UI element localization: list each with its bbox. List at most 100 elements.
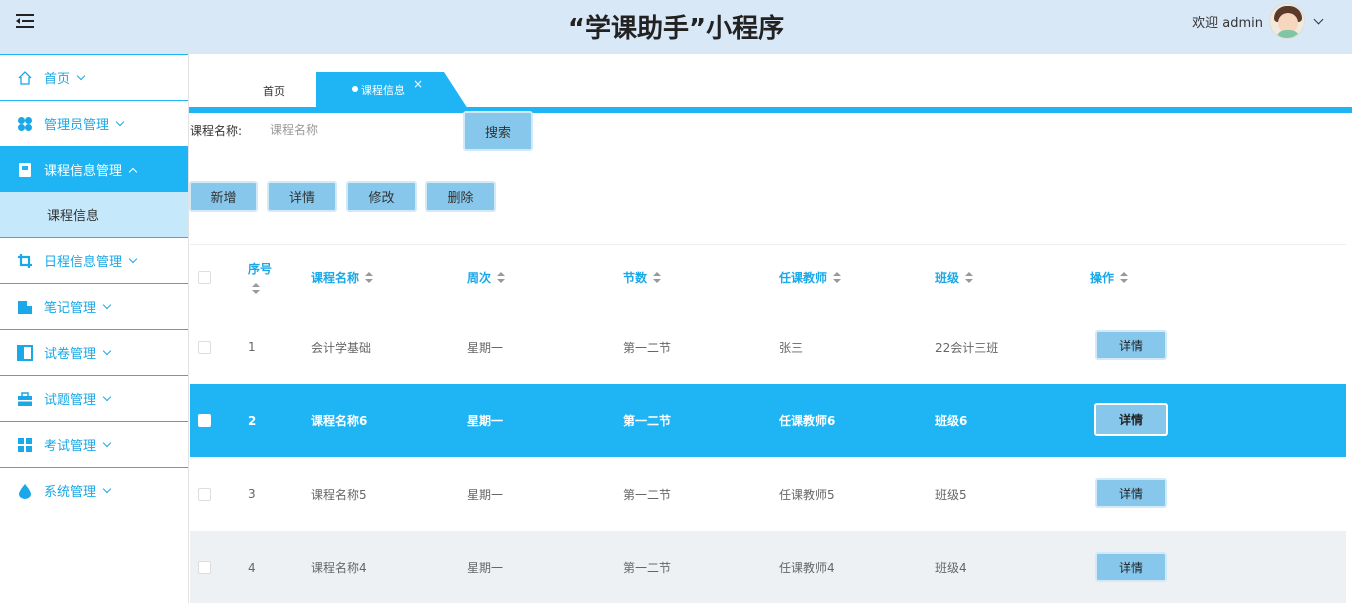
sidebar-item-label: 课程信息管理 [44, 164, 123, 179]
sidebar: 首页 管理员管理 课程信息管理 课程信息 日程信息管理 笔记管理 试卷管理 试题… [0, 54, 189, 603]
sidebar-item-schedule[interactable]: 日程信息管理 [0, 237, 188, 283]
tab-course-info[interactable]: 课程信息 × [316, 72, 468, 109]
sidebar-item-notes[interactable]: 笔记管理 [0, 283, 188, 329]
cell-teacher: 任课教师6 [779, 414, 836, 428]
note-icon [18, 300, 32, 314]
tab-underline [189, 107, 1352, 113]
sort-icon[interactable] [365, 271, 374, 284]
sort-icon[interactable] [497, 271, 506, 284]
header-week[interactable]: 周次 [467, 245, 506, 310]
avatar[interactable] [1269, 3, 1305, 39]
cell-period: 第一二节 [623, 414, 672, 428]
sidebar-item-label: 试卷管理 [44, 347, 97, 362]
sidebar-item-label: 笔记管理 [44, 301, 97, 316]
row-detail-button[interactable]: 详情 [1095, 330, 1167, 360]
table-row[interactable]: 2 课程名称6 星期一 第一二节 任课教师6 班级6 详情 [190, 384, 1346, 457]
sort-icon[interactable] [252, 283, 260, 295]
add-button[interactable]: 新增 [189, 181, 258, 212]
table-row[interactable]: 1 会计学基础 星期一 第一二节 张三 22会计三班 详情 [190, 310, 1346, 384]
sidebar-item-questions[interactable]: 试题管理 [0, 375, 188, 421]
user-menu[interactable]: 欢迎 admin [1192, 3, 1324, 39]
panel-icon [17, 344, 33, 361]
row-checkbox[interactable] [198, 561, 211, 574]
clover-icon [18, 116, 32, 131]
sidebar-item-papers[interactable]: 试卷管理 [0, 329, 188, 375]
tab-home[interactable]: 首页 [263, 83, 285, 99]
sidebar-item-home[interactable]: 首页 [0, 54, 188, 100]
sort-icon[interactable] [965, 271, 974, 284]
row-detail-button[interactable]: 详情 [1095, 478, 1167, 508]
sidebar-item-label: 管理员管理 [44, 118, 110, 133]
row-checkbox[interactable] [198, 340, 211, 354]
cell-week: 星期一 [467, 340, 504, 355]
cell-class: 班级6 [935, 414, 968, 428]
header-period[interactable]: 节数 [623, 245, 662, 310]
cell-class: 班级5 [935, 487, 967, 502]
drop-icon [19, 483, 31, 499]
sidebar-subitem-course-info[interactable]: 课程信息 [0, 192, 188, 237]
sort-icon[interactable] [833, 271, 842, 284]
course-table: 序号 课程名称 周次 节数 任课教师 班级 操作 1 会计学基础 星期一 第一二… [190, 244, 1346, 603]
search-label: 课程名称: [190, 124, 243, 138]
detail-button[interactable]: 详情 [267, 181, 337, 212]
cell-week: 星期一 [467, 487, 504, 502]
header-teacher[interactable]: 任课教师 [779, 245, 842, 310]
home-icon [18, 70, 32, 85]
sidebar-item-label: 日程信息管理 [44, 255, 123, 270]
search-input[interactable] [262, 118, 452, 142]
cell-no: 1 [248, 340, 256, 354]
cell-class: 班级4 [935, 561, 967, 575]
sidebar-item-label: 首页 [44, 72, 71, 87]
cell-class: 22会计三班 [935, 340, 999, 355]
row-detail-button[interactable]: 详情 [1094, 403, 1168, 436]
header-operation[interactable]: 操作 [1090, 245, 1129, 310]
sidebar-item-course-info[interactable]: 课程信息管理 [0, 146, 188, 192]
delete-button[interactable]: 删除 [425, 181, 496, 212]
sort-icon[interactable] [1120, 271, 1129, 284]
sidebar-item-label: 试题管理 [44, 393, 97, 408]
cell-no: 3 [248, 487, 256, 501]
cell-no: 4 [248, 560, 256, 575]
sidebar-item-exams[interactable]: 考试管理 [0, 421, 188, 467]
top-header: “学课助手”小程序 欢迎 admin [0, 0, 1352, 54]
grid-icon [18, 437, 32, 452]
sidebar-item-label: 系统管理 [44, 485, 97, 500]
sidebar-item-label: 考试管理 [44, 439, 97, 454]
crop-icon [18, 253, 32, 268]
search-button[interactable]: 搜索 [463, 111, 533, 151]
header-course-name[interactable]: 课程名称 [311, 245, 374, 310]
select-all-checkbox[interactable] [198, 271, 211, 284]
app-title: “学课助手”小程序 [567, 14, 785, 44]
row-checkbox[interactable] [198, 414, 211, 427]
cell-period: 第一二节 [623, 340, 672, 355]
cell-week: 星期一 [467, 561, 504, 575]
book-icon [19, 162, 31, 177]
table-row[interactable]: 4 课程名称4 星期一 第一二节 任课教师4 班级4 详情 [190, 531, 1346, 603]
sort-icon[interactable] [653, 271, 662, 284]
toolbox-icon [18, 391, 32, 406]
welcome-text: 欢迎 admin [1192, 15, 1263, 31]
edit-button[interactable]: 修改 [346, 181, 417, 212]
close-icon[interactable]: × [413, 77, 423, 91]
sidebar-item-admins[interactable]: 管理员管理 [0, 100, 188, 146]
cell-course-name: 课程名称5 [311, 487, 367, 502]
table-row[interactable]: 3 课程名称5 星期一 第一二节 任课教师5 班级5 详情 [190, 457, 1346, 531]
tab-label: 课程信息 [361, 84, 405, 97]
row-checkbox[interactable] [198, 487, 211, 501]
cell-no: 2 [248, 413, 257, 428]
cell-course-name: 课程名称6 [311, 414, 368, 428]
sidebar-item-system[interactable]: 系统管理 [0, 467, 188, 513]
cell-week: 星期一 [467, 414, 504, 428]
cell-teacher: 任课教师4 [779, 561, 835, 575]
header-no[interactable]: 序号 [248, 245, 272, 310]
chevron-down-icon[interactable] [1313, 14, 1324, 24]
cell-period: 第一二节 [623, 561, 672, 575]
tab-strip: 首页 课程信息 × [189, 54, 1352, 113]
header-class[interactable]: 班级 [935, 245, 974, 310]
cell-period: 第一二节 [623, 487, 672, 502]
cell-teacher: 任课教师5 [779, 487, 835, 502]
cell-teacher: 张三 [779, 340, 804, 355]
row-detail-button[interactable]: 详情 [1095, 552, 1167, 582]
table-header-row: 序号 课程名称 周次 节数 任课教师 班级 操作 [190, 245, 1346, 310]
cell-course-name: 会计学基础 [311, 340, 372, 355]
